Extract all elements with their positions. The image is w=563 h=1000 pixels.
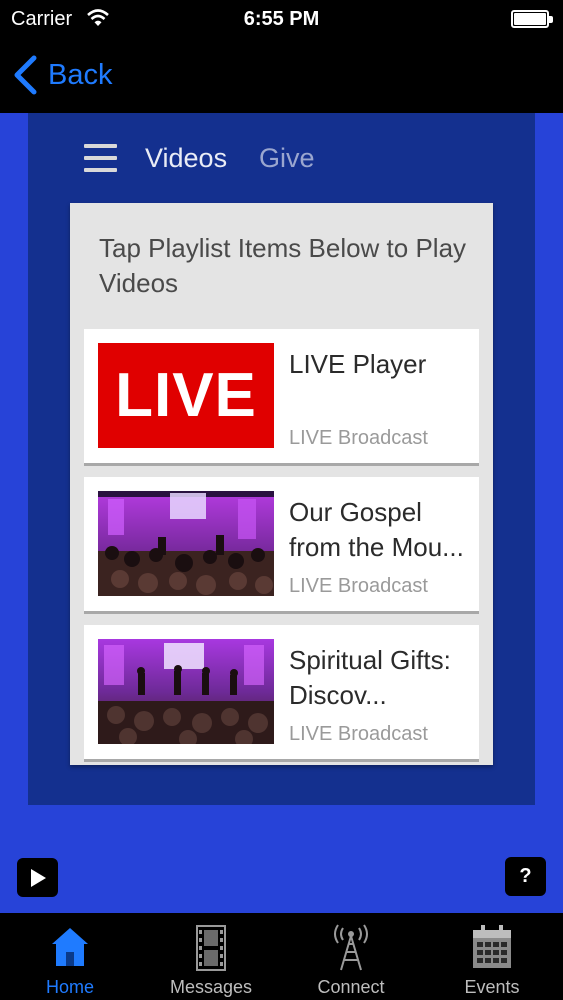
live-thumbnail: LIVE [98, 343, 274, 448]
playlist-item-title: LIVE Player [289, 349, 427, 379]
broadcast-tower-icon [334, 924, 368, 971]
tab-label: Connect [317, 977, 385, 997]
home-icon [52, 928, 88, 966]
live-thumbnail-text: LIVE [115, 361, 257, 430]
back-button[interactable]: Back [12, 52, 112, 98]
tab-label: Home [45, 977, 94, 997]
clock: 6:55 PM [243, 8, 320, 30]
playlist-item-our-gospel[interactable]: Our Gospel from the Mou... LIVE Broadcas… [84, 477, 479, 614]
video-thumbnail [98, 491, 274, 596]
menu-item-videos[interactable]: Videos [145, 143, 227, 174]
tab-events[interactable]: Events [422, 913, 562, 1000]
hamburger-menu-icon[interactable] [84, 144, 117, 172]
play-button[interactable] [17, 858, 58, 897]
playlist-item-subtitle: LIVE Broadcast [289, 723, 428, 745]
playlist-heading: Tap Playlist Items Below to Play Videos [99, 233, 467, 298]
menu-item-give[interactable]: Give [259, 143, 315, 174]
playlist-item-spiritual-gifts[interactable]: Spiritual Gifts: Discov... LIVE Broadcas… [84, 625, 479, 762]
video-thumbnail [98, 639, 274, 744]
playlist-item-subtitle: LIVE Broadcast [289, 575, 428, 597]
status-bar: Carrier 6:55 PM [0, 0, 563, 40]
content-panel: Videos Give Tap Playlist Items Below to … [28, 113, 535, 805]
tab-connect[interactable]: Connect [281, 913, 421, 1000]
playlist-item-title: Spiritual Gifts: Discov... [289, 645, 451, 710]
calendar-icon [473, 925, 511, 968]
play-icon [30, 868, 46, 887]
tab-home[interactable]: Home [0, 913, 140, 1000]
tab-label: Events [464, 977, 520, 997]
chevron-left-icon [14, 55, 37, 95]
tab-messages[interactable]: Messages [141, 913, 281, 1000]
film-icon [196, 925, 226, 971]
help-button[interactable]: ? [505, 857, 546, 896]
top-chrome: Carrier 6:55 PM Back [0, 0, 563, 113]
playlist-item-live-player[interactable]: LIVE LIVE Player LIVE Broadcast [84, 329, 479, 466]
tab-label: Messages [169, 977, 253, 997]
help-button-label: ? [519, 865, 532, 887]
playlist-item-subtitle: LIVE Broadcast [289, 427, 428, 449]
back-label: Back [48, 58, 113, 91]
tab-bar: Home Messages Connect Events [0, 913, 563, 1000]
battery-icon [511, 10, 553, 28]
playlist-card: Tap Playlist Items Below to Play Videos … [70, 203, 493, 765]
playlist-item-title: Our Gospel from the Mou... [289, 497, 464, 562]
